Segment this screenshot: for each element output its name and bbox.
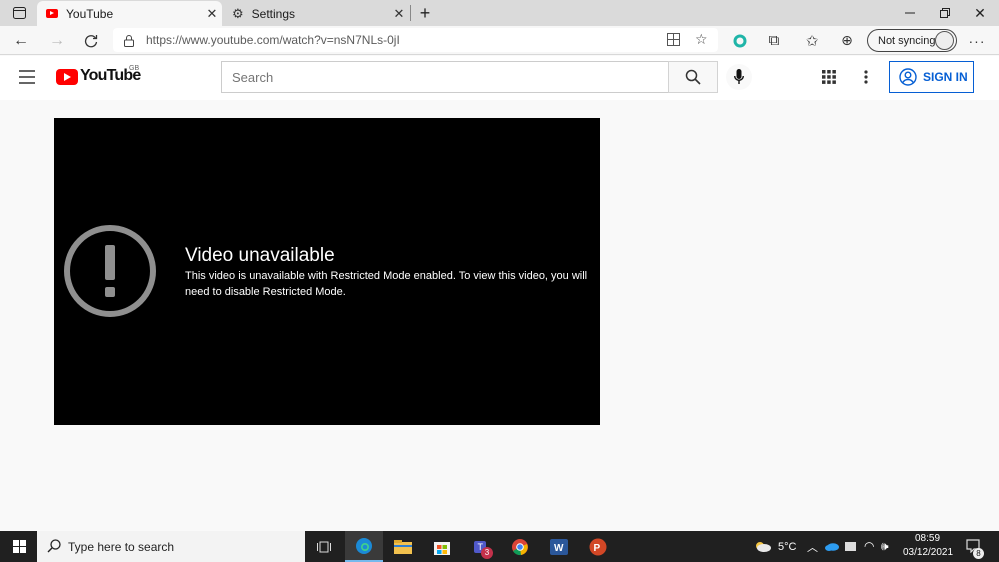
search-box[interactable] <box>221 61 669 93</box>
clock-time[interactable]: 08:59 <box>915 533 940 544</box>
more-menu-icon[interactable]: ··· <box>964 28 990 53</box>
url-text: https://www.youtube.com/watch?v=nsN7NLs-… <box>146 33 400 47</box>
taskbar-word[interactable]: W <box>540 531 578 562</box>
tab-actions-icon[interactable] <box>2 0 36 26</box>
restore-button[interactable] <box>928 0 962 26</box>
powerpoint-icon: P <box>589 538 607 555</box>
microphone-icon <box>734 69 744 84</box>
gear-icon: ⚙ <box>232 5 244 21</box>
sign-in-button[interactable]: SIGN IN <box>889 61 974 93</box>
task-view-button[interactable] <box>305 531 343 562</box>
taskbar-search-box[interactable]: Type here to search <box>37 531 305 562</box>
youtube-header: YouTube GB SIGN IN <box>0 56 999 100</box>
search-icon <box>685 69 701 85</box>
hamburger-menu-icon[interactable] <box>19 70 35 89</box>
clock-date[interactable]: 03/12/2021 <box>903 547 953 558</box>
battery-icon[interactable] <box>845 542 857 551</box>
tab-youtube[interactable]: YouTube ✕ <box>37 1 222 26</box>
start-button[interactable] <box>0 531 38 562</box>
extensions-icon[interactable]: ⧉ <box>761 28 787 53</box>
taskbar-edge[interactable] <box>345 531 383 562</box>
search-icon <box>47 539 61 553</box>
chrome-icon <box>512 538 528 555</box>
tab-settings[interactable]: ⚙ Settings ✕ <box>224 1 409 26</box>
youtube-favicon-icon <box>46 9 58 18</box>
apps-grid-icon[interactable] <box>822 70 836 89</box>
onedrive-cloud-icon[interactable] <box>825 542 839 551</box>
voice-search-button[interactable] <box>726 64 752 90</box>
wifi-icon[interactable]: ◠ <box>864 539 874 553</box>
taskbar-file-explorer[interactable] <box>384 531 422 562</box>
reader-view-icon[interactable] <box>667 33 680 51</box>
close-tab-icon[interactable]: ✕ <box>389 6 409 22</box>
taskbar-store[interactable] <box>423 531 461 562</box>
edge-icon <box>356 537 372 554</box>
tab-label: Settings <box>251 6 296 21</box>
youtube-play-logo-icon <box>56 69 78 85</box>
task-view-icon <box>317 541 331 552</box>
sign-in-label: SIGN IN <box>923 70 968 84</box>
forward-button[interactable]: → <box>44 28 70 53</box>
taskbar-powerpoint[interactable]: P <box>579 531 617 562</box>
region-code: GB <box>129 65 140 72</box>
error-message: This video is unavailable with Restricte… <box>185 270 588 298</box>
address-bar[interactable]: https://www.youtube.com/watch?v=nsN7NLs-… <box>113 28 718 52</box>
refresh-button[interactable] <box>78 28 104 53</box>
search-button[interactable] <box>668 61 718 93</box>
teams-notification-badge: 3 <box>481 547 493 559</box>
store-icon <box>434 541 450 555</box>
svg-text:P: P <box>594 543 601 554</box>
taskbar-chrome[interactable] <box>501 531 539 562</box>
account-circle-icon <box>899 68 917 86</box>
minimize-button[interactable] <box>893 0 927 26</box>
extension-circle-icon[interactable] <box>727 28 753 53</box>
error-title: Video unavailable <box>185 245 335 266</box>
profile-avatar-icon <box>935 31 954 50</box>
close-window-button[interactable]: ✕ <box>963 0 997 26</box>
volume-icon[interactable]: 🕪 <box>881 539 889 554</box>
close-tab-icon[interactable]: ✕ <box>202 6 222 22</box>
taskbar-teams[interactable]: T 3 <box>462 531 500 562</box>
folder-icon <box>394 539 412 554</box>
taskbar-search-placeholder: Type here to search <box>68 539 175 554</box>
windows-logo-icon <box>12 540 26 553</box>
collections-icon[interactable]: ⊕ <box>834 28 860 53</box>
sync-label: Not syncing <box>878 34 936 47</box>
lock-icon <box>124 34 134 52</box>
svg-text:W: W <box>554 543 564 554</box>
settings-more-icon[interactable] <box>864 70 868 89</box>
search-input[interactable] <box>232 69 652 85</box>
chevron-up-icon[interactable]: ︿ <box>807 539 818 555</box>
warning-exclamation-icon <box>64 225 156 317</box>
word-icon: W <box>550 538 568 555</box>
new-tab-button[interactable]: + <box>408 0 442 26</box>
notification-count-badge: 8 <box>973 548 984 559</box>
windows-taskbar: Type here to search T 3 W P 5°C ︿ ◠ 🕪 08… <box>0 531 999 562</box>
profile-sync-button[interactable]: Not syncing <box>867 29 957 52</box>
favorites-icon[interactable]: ✩ <box>799 28 825 53</box>
back-button[interactable]: ← <box>8 28 34 53</box>
weather-cloud-icon <box>756 542 771 552</box>
temperature[interactable]: 5°C <box>778 541 796 553</box>
browser-toolbar: ← → https://www.youtube.com/watch?v=nsN7… <box>0 26 999 55</box>
tab-label: YouTube <box>66 6 114 21</box>
add-favorite-icon[interactable]: ☆ <box>695 31 708 48</box>
tab-strip: YouTube ✕ ⚙ Settings ✕ + ✕ <box>0 0 999 26</box>
video-player[interactable]: Video unavailable This video is unavaila… <box>54 118 600 425</box>
